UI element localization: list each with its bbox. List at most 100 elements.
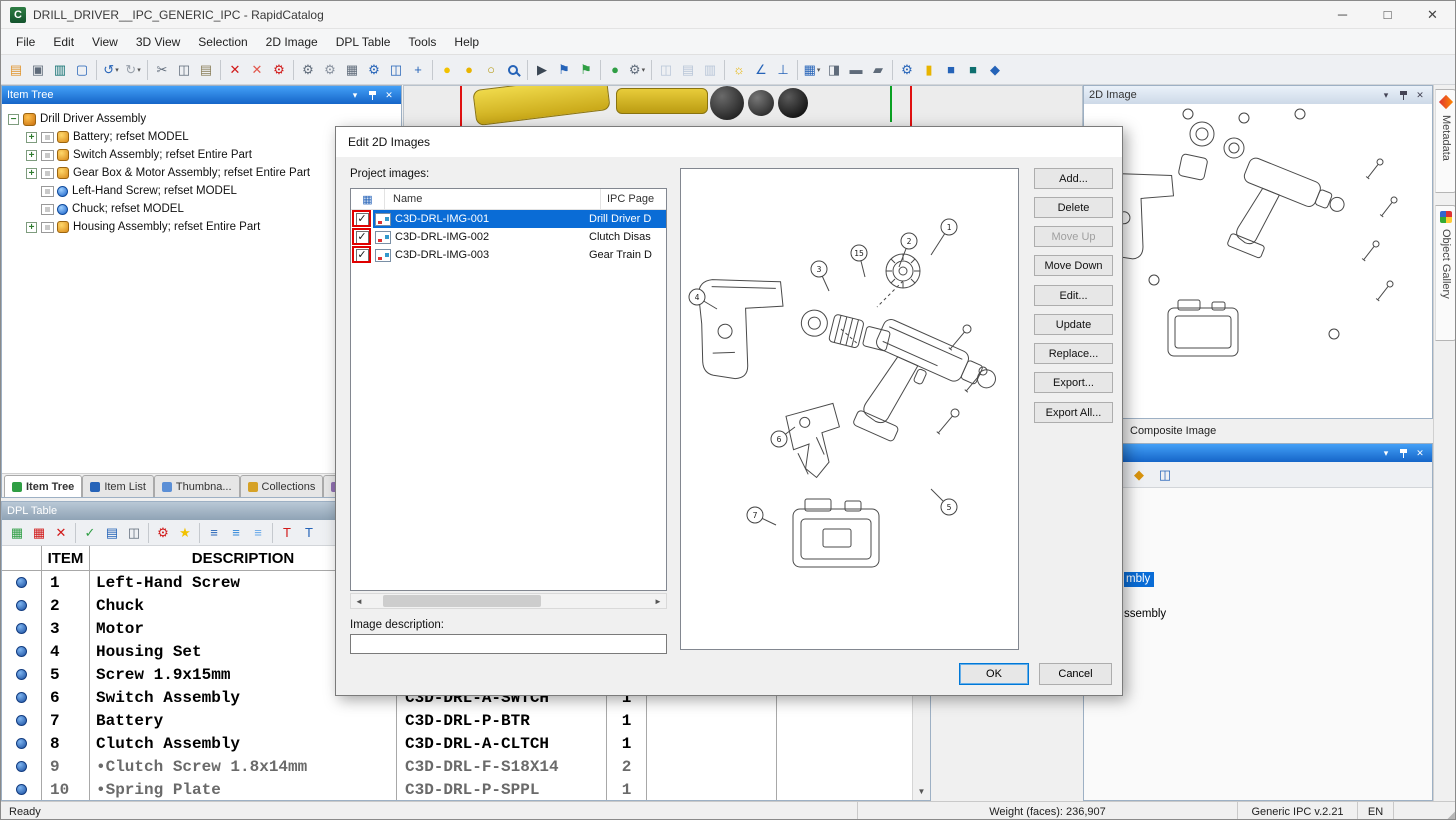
side-tab-object-gallery[interactable]: Object Gallery (1435, 205, 1456, 341)
image-tools-icon[interactable]: ▦▾ (801, 59, 823, 81)
zoom-icon[interactable] (502, 59, 524, 81)
chevron-down-icon[interactable]: ▾ (1379, 447, 1393, 460)
tab-thumbna-[interactable]: Thumbna... (154, 475, 240, 497)
catalog-book-icon[interactable]: ▥ (49, 59, 71, 81)
close-button[interactable]: ✕ (1410, 1, 1455, 29)
minimize-button[interactable]: ─ (1320, 1, 1365, 29)
compare-views-icon[interactable]: ◨ (823, 59, 845, 81)
composite-tree-selected-item[interactable]: mbly (1124, 572, 1154, 587)
gear-copy-icon[interactable]: ◫ (385, 59, 407, 81)
view-settings-icon[interactable]: ⚙▾ (626, 59, 648, 81)
measure-perp-icon[interactable]: ⊥ (772, 59, 794, 81)
render-mode-icon[interactable]: ● (604, 59, 626, 81)
name-column-header[interactable]: Name (385, 189, 601, 209)
delete-button[interactable]: Delete (1034, 197, 1113, 218)
list-horizontal-scrollbar[interactable]: ◄ ► (350, 593, 667, 609)
callout-icon[interactable]: ▬ (845, 59, 867, 81)
delete-settings-icon[interactable]: ⚙ (268, 59, 290, 81)
move-down-button[interactable]: Move Down (1034, 255, 1113, 276)
expander-plus-icon[interactable]: + (26, 150, 37, 161)
dpl-table-row[interactable]: 9•Clutch Screw 1.8x14mmC3D-DRL-F-S18X142 (2, 755, 912, 778)
menu-item-help[interactable]: Help (445, 31, 488, 53)
dpl-table-row[interactable]: 7BatteryC3D-DRL-P-BTR1 (2, 709, 912, 732)
dpl-column-format-icon[interactable]: T (276, 522, 298, 544)
database-icon[interactable]: ▮ (918, 59, 940, 81)
dpl-col-item[interactable]: ITEM (42, 546, 90, 571)
menu-item-tools[interactable]: Tools (399, 31, 445, 53)
select-cursor-icon[interactable]: ▶ (531, 59, 553, 81)
tab-item-list[interactable]: Item List (82, 475, 154, 497)
maximize-button[interactable]: □ (1365, 1, 1410, 29)
status-language[interactable]: EN (1357, 802, 1393, 820)
checkbox[interactable]: ✓ (356, 249, 369, 262)
close-icon[interactable]: ✕ (1413, 89, 1427, 102)
checkbox[interactable]: ✓ (356, 213, 369, 226)
image-description-input[interactable] (350, 634, 667, 654)
checkbox[interactable]: ✓ (356, 231, 369, 244)
image-list-row[interactable]: ✓C3D-DRL-IMG-002Clutch Disas (351, 228, 666, 246)
scroll-down-button[interactable]: ▼ (913, 783, 930, 800)
layout-3-icon[interactable]: ▥ (699, 59, 721, 81)
dpl-edit-icon[interactable]: ▤ (101, 522, 123, 544)
chevron-down-icon[interactable]: ▾ (348, 89, 362, 102)
delete-icon[interactable]: ✕ (224, 59, 246, 81)
hotpoint-icon[interactable]: ● (436, 59, 458, 81)
gear-add-icon[interactable]: + (407, 59, 429, 81)
hotpoint-outline-icon[interactable]: ○ (480, 59, 502, 81)
redo-icon[interactable]: ↻▾ (122, 59, 144, 81)
dpl-table-row[interactable]: 10•Spring PlateC3D-DRL-P-SPPL1 (2, 778, 912, 800)
menu-item-dpl-table[interactable]: DPL Table (327, 31, 400, 53)
machine-settings-icon[interactable]: ⚙ (319, 59, 341, 81)
replace-button[interactable]: Replace... (1034, 343, 1113, 364)
expander-minus-icon[interactable]: − (8, 114, 19, 125)
ipc-page-column-header[interactable]: IPC Page (601, 189, 666, 209)
composite-layers-icon[interactable]: ◫ (1154, 464, 1176, 486)
tab-item-tree[interactable]: Item Tree (4, 475, 82, 497)
dpl-copy-icon[interactable]: ◫ (123, 522, 145, 544)
expander-plus-icon[interactable]: + (26, 222, 37, 233)
image-column-icon[interactable]: ▦ (351, 189, 385, 209)
expander-plus-icon[interactable]: + (26, 168, 37, 179)
flag-blue-icon[interactable]: ⚑ (553, 59, 575, 81)
dpl-sort-asc-icon[interactable]: ≡ (203, 522, 225, 544)
menu-item-2d-image[interactable]: 2D Image (257, 31, 327, 53)
image-2d-canvas[interactable] (1084, 104, 1432, 418)
close-icon[interactable]: ✕ (382, 89, 396, 102)
scroll-left-button[interactable]: ◄ (351, 594, 367, 608)
paste-icon[interactable]: ▤ (195, 59, 217, 81)
side-tab-metadata[interactable]: Metadata (1435, 89, 1456, 193)
ok-button[interactable]: OK (959, 663, 1029, 685)
composite-tree-item[interactable]: ssembly (1124, 608, 1166, 620)
pin-icon[interactable] (1396, 89, 1410, 102)
resize-grip[interactable]: ◢ (1439, 802, 1455, 820)
remove-item-icon[interactable]: ✕ (246, 59, 268, 81)
export-all-button[interactable]: Export All... (1034, 402, 1113, 423)
settings-icon[interactable]: ⚙ (297, 59, 319, 81)
web-export-icon[interactable]: ⚙ (896, 59, 918, 81)
dpl-validate-icon[interactable]: ✓ (79, 522, 101, 544)
composite-image-label[interactable]: Composite Image (1083, 419, 1433, 443)
dpl-delete-row-icon[interactable]: ▦ (28, 522, 50, 544)
pin-icon[interactable] (365, 89, 379, 102)
new-project-icon[interactable]: ▤ (5, 59, 27, 81)
menu-item-selection[interactable]: Selection (189, 31, 256, 53)
layout-2-icon[interactable]: ▤ (677, 59, 699, 81)
window-2-icon[interactable]: ▰ (867, 59, 889, 81)
dpl-sort-desc-icon[interactable]: ≡ (225, 522, 247, 544)
close-icon[interactable]: ✕ (1413, 447, 1427, 460)
dpl-table-row[interactable]: 8Clutch AssemblyC3D-DRL-A-CLTCH1 (2, 732, 912, 755)
cut-icon[interactable]: ✂ (151, 59, 173, 81)
dpl-favorite-icon[interactable]: ★ (174, 522, 196, 544)
expander-plus-icon[interactable]: + (26, 132, 37, 143)
publish-monitor-icon[interactable]: ▢ (71, 59, 93, 81)
menu-item-edit[interactable]: Edit (44, 31, 83, 53)
cancel-button[interactable]: Cancel (1039, 663, 1112, 685)
menu-item-view[interactable]: View (83, 31, 127, 53)
dpl-grid-icon[interactable]: ▦ (6, 522, 28, 544)
image-list-row[interactable]: ✓C3D-DRL-IMG-001Drill Driver D (351, 210, 666, 228)
measure-angle-icon[interactable]: ∠ (750, 59, 772, 81)
add-button[interactable]: Add... (1034, 168, 1113, 189)
tab-collections[interactable]: Collections (240, 475, 324, 497)
menu-item-3d-view[interactable]: 3D View (127, 31, 189, 53)
scroll-right-button[interactable]: ► (650, 594, 666, 608)
